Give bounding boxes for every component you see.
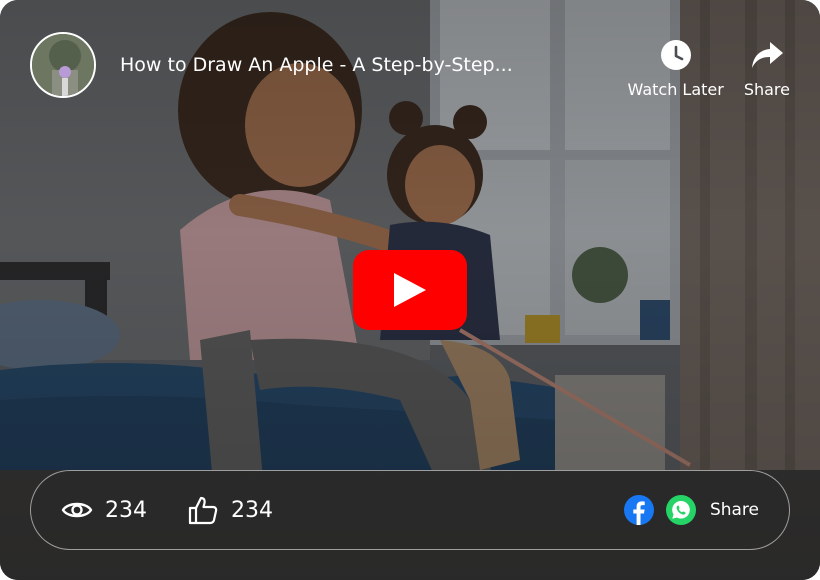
watch-later-label: Watch Later: [627, 79, 724, 99]
footer-share-label[interactable]: Share: [710, 500, 759, 520]
views-stat: 234: [61, 494, 147, 526]
header-actions: Watch Later Share: [628, 38, 790, 99]
views-count: 234: [105, 497, 147, 523]
thumbs-up-icon: [188, 496, 218, 525]
share-label: Share: [743, 79, 790, 99]
video-stats-bar: 234 234 Share: [30, 470, 790, 550]
share-arrow-icon: [751, 41, 783, 68]
channel-avatar[interactable]: [30, 32, 96, 98]
likes-count: 234: [231, 497, 273, 523]
facebook-icon[interactable]: [623, 495, 654, 525]
play-button[interactable]: [353, 250, 467, 330]
clock-icon: [660, 39, 691, 70]
share-button[interactable]: Share: [744, 38, 790, 99]
video-title[interactable]: How to Draw An Apple - A Step-by-Step...: [120, 54, 550, 76]
video-header: How to Draw An Apple - A Step-by-Step...…: [30, 30, 790, 100]
play-icon: [394, 273, 426, 307]
likes-stat[interactable]: 234: [187, 494, 273, 526]
video-card[interactable]: How to Draw An Apple - A Step-by-Step...…: [0, 0, 820, 580]
whatsapp-icon[interactable]: [665, 495, 696, 525]
eye-icon: [61, 502, 93, 518]
avatar-image: [32, 34, 94, 96]
watch-later-button[interactable]: Watch Later: [628, 38, 724, 99]
social-share-group: Share: [612, 495, 759, 525]
